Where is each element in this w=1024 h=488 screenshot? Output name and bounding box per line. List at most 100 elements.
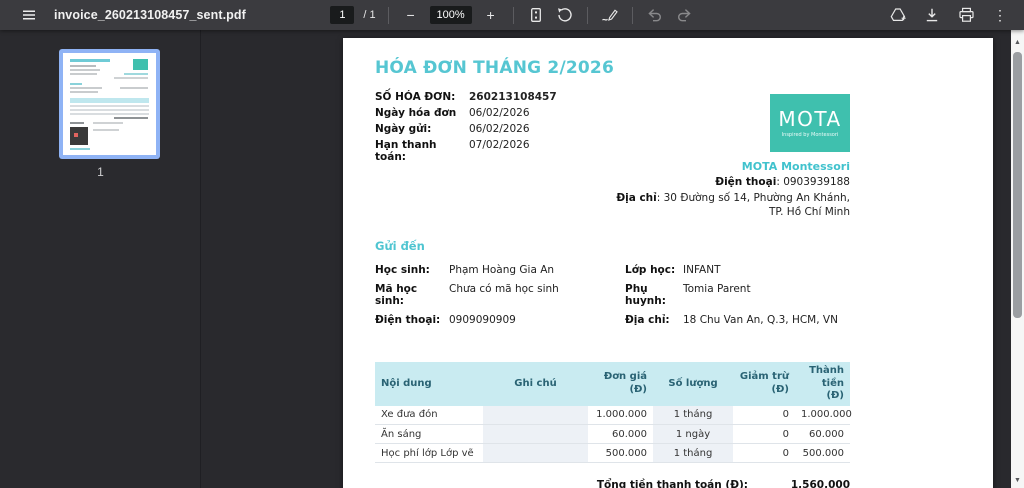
pdf-page: HÓA ĐƠN THÁNG 2/2026 SỐ HÓA ĐƠN: 2602131… [343,38,993,488]
toolbar-divider [586,6,588,24]
toolbar-left: invoice_260213108457_sent.pdf [0,0,246,30]
parent-name: Tomia Parent [683,283,751,295]
recipient-address-label: Địa chỉ: [625,314,670,326]
download-icon[interactable] [922,4,942,26]
company-block: MOTA Inspired by Montessori MOTA Montess… [610,94,850,220]
table-header-row: Nội dung Ghi chú Đơn giá (Đ) Số lượng Gi… [375,362,850,406]
meta-label: Ngày hóa đơn [375,107,457,119]
col-header-unit-price: Đơn giá (Đ) [588,362,653,406]
company-name: MOTA Montessori [741,160,850,173]
table-row: Ăn sáng 60.000 1 ngày 0 60.000 [375,424,850,444]
toolbar-divider [631,6,633,24]
item-amount: 500.000 [795,443,850,463]
page-thumbnail-preview [63,53,156,155]
col-header-description: Nội dung [375,362,483,406]
menu-icon[interactable] [19,4,39,26]
table-row: Học phí lớp Lớp vẽ 500.000 1 tháng 0 500… [375,443,850,463]
item-amount: 1.000.000 [795,405,852,425]
pdf-viewer-window: invoice_260213108457_sent.pdf / 1 − 100%… [0,0,1024,488]
document-viewport: HÓA ĐƠN THÁNG 2/2026 SỐ HÓA ĐƠN: 2602131… [202,30,1011,488]
item-amount: 60.000 [795,424,850,444]
item-quantity: 1 ngày [653,424,733,444]
company-address: Địa chỉ: 30 Đường số 14, Phường An Khánh… [610,191,850,219]
mota-logo: MOTA Inspired by Montessori [770,94,850,152]
item-description: Xe đưa đón [375,405,483,425]
address-label: Địa chỉ [616,192,657,205]
student-name: Phạm Hoàng Gia An [449,264,555,276]
item-description: Học phí lớp Lớp vẽ [375,443,483,463]
page-number-input[interactable] [330,6,355,24]
recipient-phone: 0909090909 [449,314,516,326]
item-discount: 0 [733,405,795,425]
phone-value: : 0903939188 [776,176,850,188]
invoice-document: HÓA ĐƠN THÁNG 2/2026 SỐ HÓA ĐƠN: 2602131… [343,38,852,488]
invoice-header: SỐ HÓA ĐƠN: 260213108457 Ngày hóa đơn 06… [375,91,850,218]
class-label: Lớp học: [625,264,676,276]
total-value: 1,560,000 [790,479,850,488]
invoice-title: HÓA ĐƠN THÁNG 2/2026 [375,58,614,78]
zoom-level-value[interactable]: 100% [429,6,472,24]
zoom-out-button[interactable]: − [401,4,421,26]
redo-icon[interactable] [674,4,694,26]
toolbar-center: / 1 − 100% + [330,4,693,26]
col-header-amount: Thành tiền (Đ) [795,362,850,406]
table-row: Xe đưa đón 1.000.000 1 tháng 0 1.000.000 [375,405,852,425]
recipient-right-column: Lớp học: INFANT Phụ huynh: Tomia Parent … [625,264,850,326]
recipient-phone-label: Điện thoại: [375,314,441,326]
parent-label: Phụ huynh: [625,283,666,307]
toolbar-divider [512,6,514,24]
thumbnail-page-number: 1 [97,165,104,179]
col-header-quantity: Số lượng [653,362,733,406]
item-unit-price: 60.000 [588,424,653,444]
student-label: Học sinh: [375,264,430,276]
col-header-discount: Giảm trừ (Đ) [733,362,795,406]
invoice-items-table: Nội dung Ghi chú Đơn giá (Đ) Số lượng Gi… [375,362,852,463]
thumbnail-sidebar: 1 [0,30,201,488]
phone-label: Điện thoại [715,176,777,188]
item-note [483,405,588,425]
class-name: INFANT [683,264,721,276]
company-phone: Điện thoại: 0903939188 [610,175,850,189]
meta-label: Ngày gửi: [375,123,432,135]
rotate-icon[interactable] [555,4,575,26]
vertical-scrollbar[interactable]: ▲ ▼ [1011,30,1024,488]
save-to-drive-icon[interactable] [888,4,908,26]
logo-tagline: Inspired by Montessori [781,131,839,138]
scroll-up-icon[interactable]: ▲ [1011,36,1024,49]
page-count-label: / 1 [363,9,376,21]
recipient-section-title: Gửi đến [375,239,425,253]
invoice-total: Tổng tiền thanh toán (Đ): 1,560,000 [375,479,850,488]
recipient-info: Học sinh: Phạm Hoàng Gia An Mã học sinh:… [375,264,850,326]
item-discount: 0 [733,424,795,444]
item-note [483,443,588,463]
item-unit-price: 500.000 [588,443,653,463]
scroll-down-icon[interactable]: ▼ [1011,474,1024,487]
document-filename: invoice_260213108457_sent.pdf [54,8,246,22]
meta-label: SỐ HÓA ĐƠN: [375,91,456,103]
logo-text: MOTA [778,106,842,131]
toolbar-right: ⋮ [888,0,1024,30]
page-thumbnail[interactable] [59,49,160,159]
fit-page-icon[interactable] [526,4,546,26]
item-quantity: 1 tháng [653,405,733,425]
student-id-label: Mã học sinh: [375,283,418,307]
more-options-icon[interactable]: ⋮ [990,4,1010,26]
invoice-meta: SỐ HÓA ĐƠN: 260213108457 Ngày hóa đơn 06… [375,91,645,163]
student-id: Chưa có mã học sinh [449,283,559,295]
item-note [483,424,588,444]
item-description: Ăn sáng [375,424,483,444]
annotate-pen-icon[interactable] [600,4,620,26]
scrollbar-thumb[interactable] [1013,52,1022,318]
item-discount: 0 [733,443,795,463]
print-icon[interactable] [956,4,976,26]
zoom-in-button[interactable]: + [481,4,501,26]
total-label: Tổng tiền thanh toán (Đ): [596,479,748,488]
meta-label: Hạn thanh toán: [375,139,437,163]
col-header-note: Ghi chú [483,362,588,406]
recipient-address: 18 Chu Van An, Q.3, HCM, VN [683,314,838,326]
pdf-toolbar: invoice_260213108457_sent.pdf / 1 − 100%… [0,0,1024,30]
recipient-left-column: Học sinh: Phạm Hoàng Gia An Mã học sinh:… [375,264,625,326]
address-value: : 30 Đường số 14, Phường An Khánh, TP. H… [656,192,850,219]
undo-icon[interactable] [645,4,665,26]
toolbar-divider [387,6,389,24]
